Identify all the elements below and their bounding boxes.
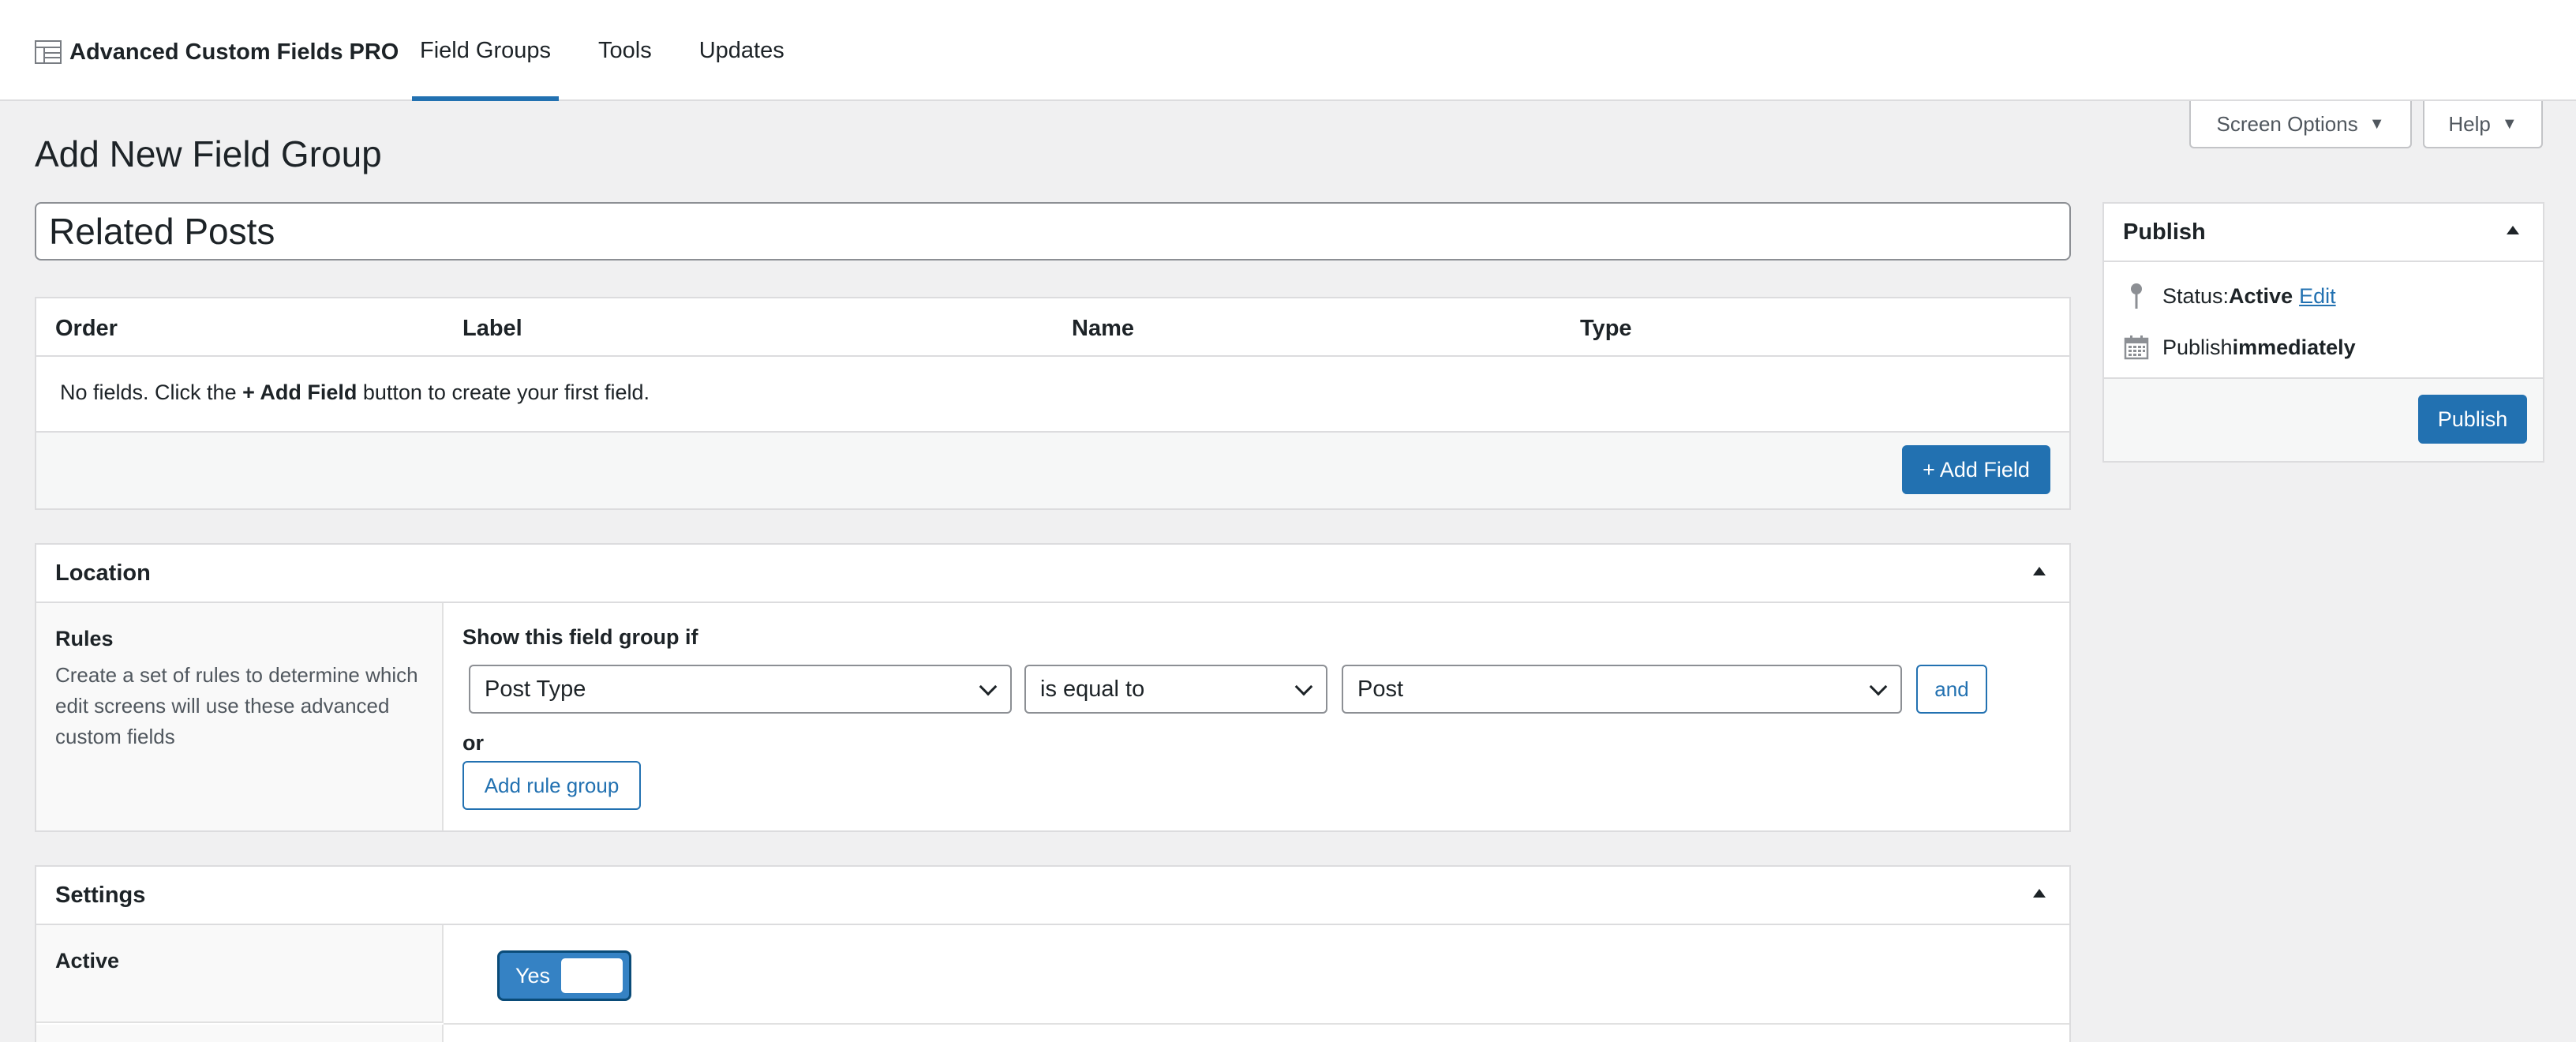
fields-table-header: Order Label Name Type: [36, 298, 2069, 357]
publish-box: Publish Status: Active Edit Publish imme…: [2102, 202, 2544, 463]
triangle-up-icon[interactable]: [2033, 567, 2046, 575]
rule-param-select[interactable]: Post Type: [469, 665, 1012, 714]
rule-value-value: Post: [1357, 676, 1404, 702]
chevron-down-icon: [1869, 677, 1888, 696]
rule-operator-value: is equal to: [1040, 676, 1145, 702]
no-fields-message: No fields. Click the + Add Field button …: [36, 357, 2069, 433]
fields-footer: + Add Field: [36, 431, 2069, 508]
active-label: Active: [55, 949, 120, 973]
active-label-column: Active: [36, 925, 444, 1023]
rules-label-column: Rules Create a set of rules to determine…: [36, 603, 444, 830]
publish-header[interactable]: Publish: [2104, 204, 2543, 262]
nav-updates[interactable]: Updates: [691, 0, 792, 101]
and-button[interactable]: and: [1916, 665, 1987, 714]
fields-box: Order Label Name Type No fields. Click t…: [35, 297, 2071, 510]
or-label: or: [462, 731, 484, 755]
pin-icon: [2123, 283, 2150, 309]
brand-name: Advanced Custom Fields PRO: [69, 39, 399, 65]
publish-label: Publish: [2162, 335, 2233, 359]
brand[interactable]: Advanced Custom Fields PRO: [35, 35, 399, 69]
caret-down-icon: ▼: [2368, 114, 2385, 133]
settings-header[interactable]: Settings: [36, 867, 2069, 925]
no-fields-emphasis: + Add Field: [242, 380, 358, 404]
table-icon: [35, 40, 62, 64]
rule-param-value: Post Type: [485, 676, 586, 702]
toggle-knob: [561, 958, 623, 993]
status-row: Status: Active Edit: [2123, 283, 2336, 309]
field-group-title-input[interactable]: Related Posts: [35, 202, 2071, 260]
settings-box: Settings Active Yes: [35, 865, 2071, 1042]
screen-options-label: Screen Options: [2216, 111, 2358, 136]
publish-value: immediately: [2232, 335, 2356, 359]
triangle-up-icon[interactable]: [2507, 226, 2519, 234]
add-rule-group-button[interactable]: Add rule group: [462, 761, 641, 810]
column-label: Label: [462, 316, 522, 341]
column-order: Order: [55, 316, 118, 341]
nav-field-groups[interactable]: Field Groups: [412, 0, 560, 101]
chevron-down-icon: [979, 677, 998, 696]
calendar-icon: [2123, 335, 2150, 360]
status-value: Active: [2229, 283, 2293, 308]
settings-title: Settings: [55, 883, 146, 908]
rules-description: Create a set of rules to determine which…: [55, 663, 418, 748]
help-label: Help: [2448, 111, 2491, 136]
rule-value-select[interactable]: Post: [1342, 665, 1902, 714]
nav-tools[interactable]: Tools: [590, 0, 660, 101]
no-fields-suffix: button to create your first field.: [357, 380, 650, 404]
main-nav: Field Groups Tools Updates: [412, 0, 824, 101]
triangle-up-icon[interactable]: [2033, 889, 2046, 898]
location-header[interactable]: Location: [36, 545, 2069, 603]
chevron-down-icon: [1294, 677, 1313, 696]
publish-button[interactable]: Publish: [2418, 395, 2527, 444]
rule-operator-select[interactable]: is equal to: [1024, 665, 1327, 714]
add-field-button[interactable]: + Add Field: [1902, 445, 2050, 494]
column-name: Name: [1072, 316, 1134, 341]
publish-footer: Publish: [2104, 377, 2543, 461]
active-toggle[interactable]: Yes: [497, 950, 631, 1001]
location-title: Location: [55, 560, 151, 586]
screen-options-button[interactable]: Screen Options ▼: [2189, 101, 2412, 148]
rules-title: Rules: [55, 627, 114, 650]
help-button[interactable]: Help ▼: [2423, 101, 2543, 148]
edit-status-link[interactable]: Edit: [2299, 284, 2336, 309]
divider: [444, 1023, 2069, 1025]
next-label-column: [36, 1025, 444, 1042]
top-bar: Advanced Custom Fields PRO Field Groups …: [0, 0, 2576, 101]
page-title: Add New Field Group: [35, 133, 382, 174]
location-box: Location Rules Create a set of rules to …: [35, 543, 2071, 832]
caret-down-icon: ▼: [2501, 114, 2518, 133]
toggle-label: Yes: [515, 964, 551, 988]
column-type: Type: [1580, 316, 1632, 341]
status-label: Status:: [2162, 283, 2230, 308]
publish-schedule-row: Publish immediately: [2123, 335, 2356, 360]
show-if-label: Show this field group if: [462, 625, 698, 649]
publish-title: Publish: [2123, 219, 2206, 245]
no-fields-prefix: No fields. Click the: [60, 380, 243, 404]
